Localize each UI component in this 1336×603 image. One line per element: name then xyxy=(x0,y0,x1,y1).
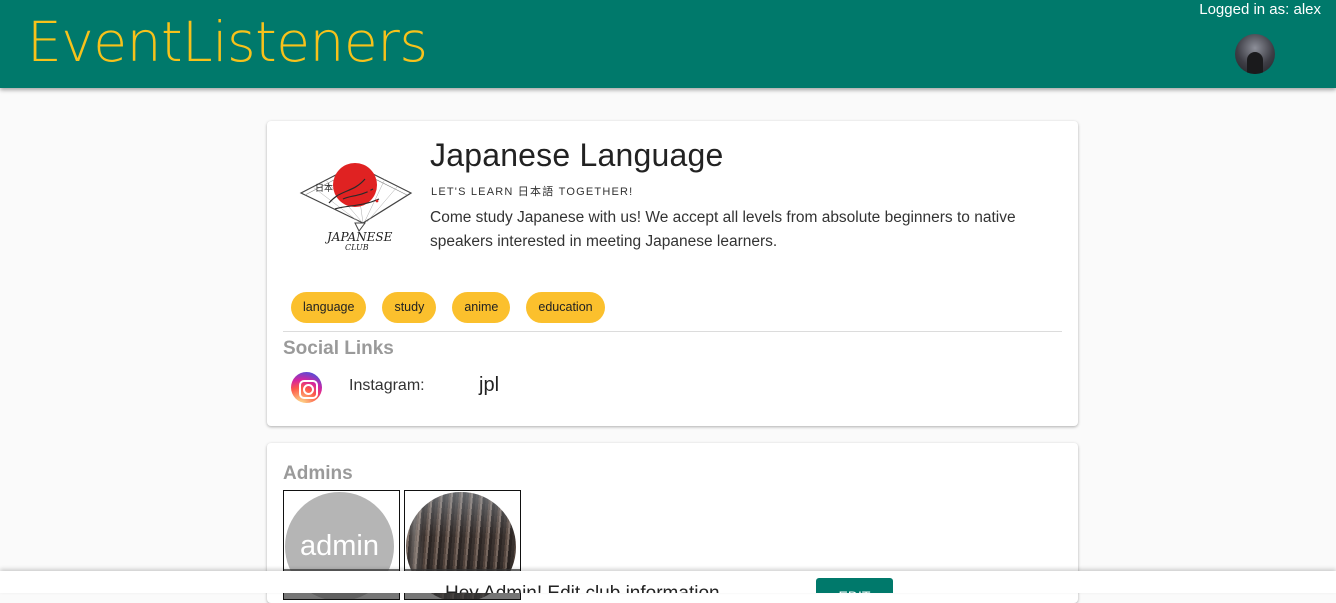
logo-kanji: 日本 xyxy=(315,182,333,194)
tag-chip[interactable]: study xyxy=(382,292,437,323)
tag-chip[interactable]: education xyxy=(526,292,605,323)
club-tagline: LET'S LEARN 日本語 TOGETHER! xyxy=(431,186,634,198)
club-name: Japanese Language xyxy=(430,137,724,173)
logo-sub-text: CLUB xyxy=(345,243,369,252)
snackbar-message: Hey Admin! Edit club information xyxy=(445,583,720,593)
social-link-label: Instagram: xyxy=(349,377,425,394)
instagram-icon[interactable] xyxy=(291,372,322,403)
club-tags: language study anime education xyxy=(291,292,605,323)
admins-title: Admins xyxy=(283,463,353,484)
section-divider xyxy=(283,331,1062,332)
club-description: Come study Japanese with us! We accept a… xyxy=(430,209,1016,250)
brand-logo-text[interactable]: EventListeners xyxy=(27,6,428,78)
logo-main-text: JAPANESE xyxy=(324,230,393,244)
social-links-title: Social Links xyxy=(283,338,394,359)
tag-chip[interactable]: anime xyxy=(452,292,511,323)
social-link-row: Instagram: jpl xyxy=(291,372,691,404)
admin-snackbar: Hey Admin! Edit club information EDIT xyxy=(0,571,1336,593)
social-link-handle[interactable]: jpl xyxy=(479,374,499,397)
club-info-card: 日本 JAPANESE CLUB Japanese Language LET'S… xyxy=(267,121,1078,426)
top-app-bar: EventListeners Logged in as: alex xyxy=(0,0,1336,88)
edit-club-button[interactable]: EDIT xyxy=(816,578,893,593)
login-status: Logged in as: alex xyxy=(1199,1,1321,18)
club-logo: 日本 JAPANESE CLUB xyxy=(299,163,413,252)
user-avatar[interactable] xyxy=(1235,34,1275,74)
tag-chip[interactable]: language xyxy=(291,292,367,323)
